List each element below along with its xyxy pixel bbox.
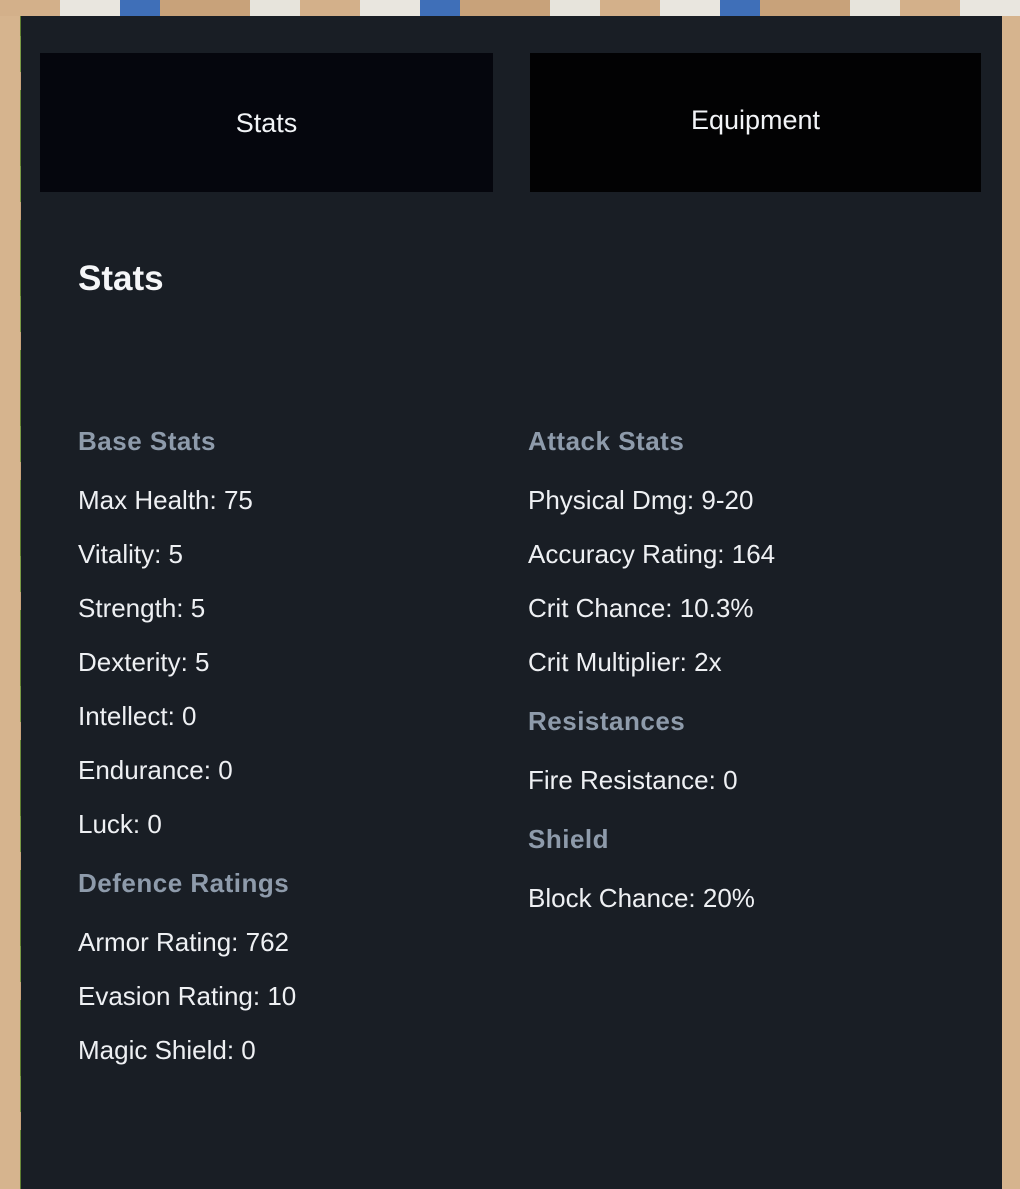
panel-tabs: Stats Equipment [40,53,982,192]
stat-group-shield: Shield Block Chance: 20% [528,819,775,932]
tab-stats[interactable]: Stats [40,53,493,192]
stat-magic-shield: Magic Shield: 0 [78,1035,256,1065]
group-heading: Resistances [528,706,686,736]
tab-stats-label: Stats [235,108,298,138]
stat-armor-rating: Armor Rating: 762 [78,927,289,957]
stat-crit-chance: Crit Chance: 10.3% [528,593,754,623]
stat-endurance: Endurance: 0 [78,755,233,785]
stats-column-left: Base Stats Max Health: 75 Vitality: 5 St… [78,421,296,1084]
stats-column-right: Attack Stats Physical Dmg: 9-20 Accuracy… [528,421,775,932]
stat-physical-dmg: Physical Dmg: 9-20 [528,485,754,515]
stat-fire-resistance: Fire Resistance: 0 [528,765,738,795]
game-background-top [0,0,1020,16]
stat-group-base: Base Stats Max Health: 75 Vitality: 5 St… [78,421,296,858]
page-title: Stats [78,259,164,298]
stat-evasion-rating: Evasion Rating: 10 [78,981,297,1011]
group-heading: Attack Stats [528,426,685,456]
group-heading: Shield [528,824,610,854]
group-heading: Base Stats [78,426,216,456]
character-panel: Stats Equipment Stats Base Stats Max Hea… [21,16,1002,1189]
group-heading: Defence Ratings [78,868,290,898]
stat-dexterity: Dexterity: 5 [78,647,210,677]
stat-strength: Strength: 5 [78,593,206,623]
tab-equipment-label: Equipment [690,105,821,135]
stat-group-defence: Defence Ratings Armor Rating: 762 Evasio… [78,863,296,1084]
stat-block-chance: Block Chance: 20% [528,883,755,913]
stat-group-resistances: Resistances Fire Resistance: 0 [528,701,775,814]
stat-vitality: Vitality: 5 [78,539,184,569]
stat-crit-multiplier: Crit Multiplier: 2x [528,647,722,677]
stat-intellect: Intellect: 0 [78,701,197,731]
stat-luck: Luck: 0 [78,809,162,839]
tab-equipment[interactable]: Equipment [530,53,981,192]
stat-max-health: Max Health: 75 [78,485,253,515]
stat-accuracy-rating: Accuracy Rating: 164 [528,539,776,569]
stat-group-attack: Attack Stats Physical Dmg: 9-20 Accuracy… [528,421,775,696]
